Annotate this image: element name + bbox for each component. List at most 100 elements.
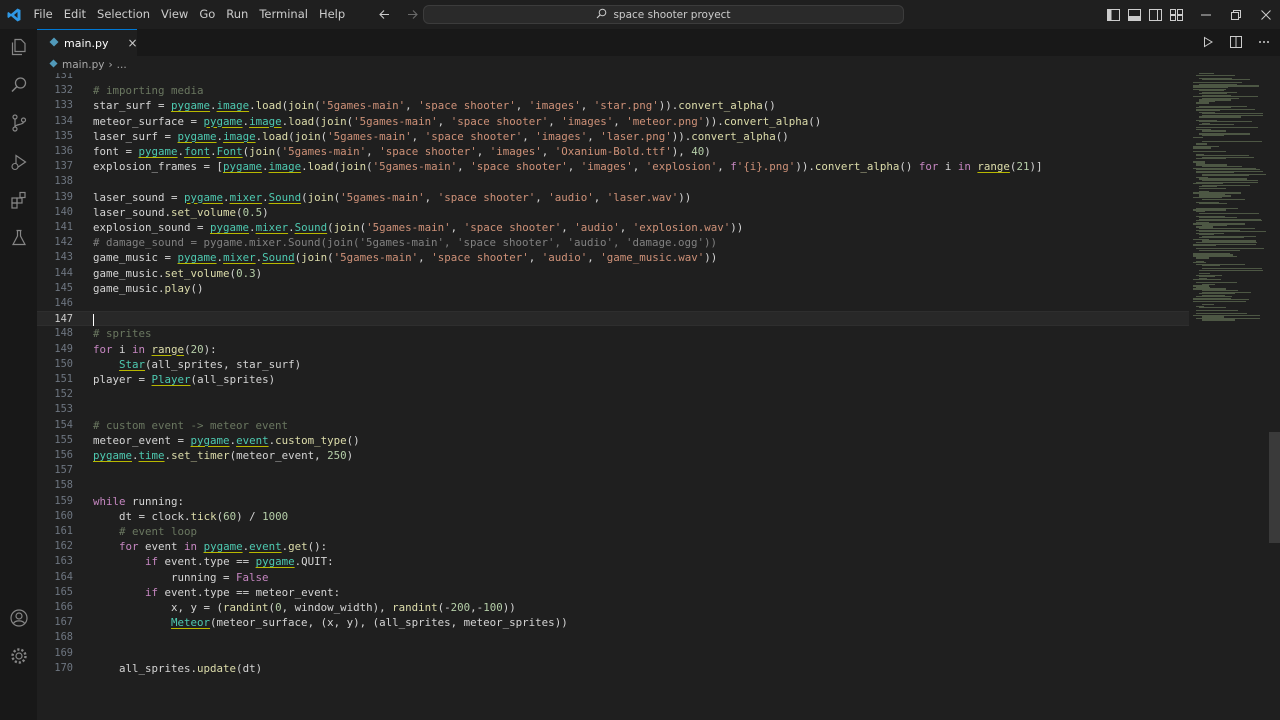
menu-view[interactable]: View xyxy=(156,0,194,29)
minimap-line xyxy=(1199,187,1226,189)
forward-arrow-icon[interactable] xyxy=(404,7,420,23)
code-line[interactable]: 161 # event loop xyxy=(37,524,1189,539)
search-view-icon[interactable] xyxy=(8,74,30,96)
code-line[interactable]: 140 laser_sound.set_volume(0.5) xyxy=(37,205,1189,220)
code-line[interactable]: 136 font = pygame.font.Font(join('5games-… xyxy=(37,144,1189,159)
code-line[interactable]: 134 meteor_surface = pygame.image.load(jo… xyxy=(37,114,1189,129)
code-line[interactable]: 165 if event.type == meteor_event: xyxy=(37,585,1189,600)
toggle-panel-icon[interactable] xyxy=(1127,7,1142,22)
vertical-scrollbar[interactable] xyxy=(1269,73,1280,720)
code-line[interactable]: 149 for i in range(20): xyxy=(37,342,1189,357)
minimap-line xyxy=(1199,212,1259,214)
line-number: 139 xyxy=(54,190,73,203)
code-token: '5games-main' xyxy=(320,99,406,113)
code-line[interactable]: 131 xyxy=(37,73,1189,83)
code-line[interactable]: 152 xyxy=(37,387,1189,402)
line-code: # damage_sound = pygame.mixer.Sound(join… xyxy=(93,235,717,250)
scrollbar-thumb[interactable] xyxy=(1269,432,1280,543)
code-token: (): xyxy=(307,540,328,554)
code-line[interactable]: 163 if event.type == pygame.QUIT: xyxy=(37,554,1189,569)
code-line[interactable]: 144 game_music.set_volume(0.3) xyxy=(37,266,1189,281)
code-token: convert_alpha xyxy=(678,99,763,113)
code-line[interactable]: 154 # custom event -> meteor event xyxy=(37,418,1189,433)
code-line[interactable]: 162 for event in pygame.event.get(): xyxy=(37,539,1189,554)
code-line[interactable]: 160 dt = clock.tick(60) / 1000 xyxy=(37,509,1189,524)
code-line[interactable]: 142 # damage_sound = pygame.mixer.Sound(j… xyxy=(37,235,1189,250)
code-token: explosion_sound xyxy=(93,221,198,234)
code-token: ) xyxy=(262,205,269,219)
line-code: # event loop xyxy=(93,524,197,539)
code-line[interactable]: 150 Star(all_sprites, star_surf) xyxy=(37,357,1189,372)
code-line[interactable]: 159 while running: xyxy=(37,494,1189,509)
line-code: laser_surf = pygame.image.load(join('5ga… xyxy=(93,129,789,144)
tab-main-py[interactable]: main.py × xyxy=(37,29,138,56)
menu-help[interactable]: Help xyxy=(313,0,350,29)
testing-icon[interactable] xyxy=(8,227,30,249)
code-token: join xyxy=(320,114,347,128)
code-line[interactable]: 143 game_music = pygame.mixer.Sound(join(… xyxy=(37,250,1189,265)
code-line[interactable]: 168 xyxy=(37,630,1189,645)
code-token: type xyxy=(203,585,237,599)
code-line[interactable]: 141 explosion_sound = pygame.mixer.Sound(… xyxy=(37,220,1189,235)
source-control-icon[interactable] xyxy=(8,112,30,134)
accounts-icon[interactable] xyxy=(8,607,30,629)
run-file-icon[interactable] xyxy=(1202,33,1214,52)
breadcrumb-symbols[interactable]: ... xyxy=(117,59,127,71)
code-line[interactable]: 170 all_sprites.update(dt) xyxy=(37,661,1189,676)
back-arrow-icon[interactable] xyxy=(376,7,392,23)
extensions-icon[interactable] xyxy=(8,189,30,211)
code-line[interactable]: 148 # sprites xyxy=(37,326,1189,341)
code-line[interactable]: 164 running = False xyxy=(37,570,1189,585)
code-line[interactable]: 147 xyxy=(37,311,1189,327)
explorer-icon[interactable] xyxy=(8,36,30,58)
code-token: join xyxy=(288,99,315,113)
code-line[interactable]: 157 xyxy=(37,463,1189,478)
breadcrumb-file[interactable]: main.py xyxy=(62,59,104,71)
customize-layout-icon[interactable] xyxy=(1169,7,1184,22)
toggle-secondary-sidebar-icon[interactable] xyxy=(1148,7,1163,22)
tab-close-icon[interactable]: × xyxy=(127,36,137,50)
more-actions-icon[interactable] xyxy=(1258,33,1270,52)
manage-gear-icon[interactable] xyxy=(8,645,30,667)
code-line[interactable]: 151 player = Player(all_sprites) xyxy=(37,372,1189,387)
menu-run[interactable]: Run xyxy=(221,0,254,29)
line-number: 161 xyxy=(54,525,73,537)
code-token: 'space shooter' xyxy=(437,190,536,204)
code-token: , xyxy=(437,114,451,128)
code-token: Sound xyxy=(294,221,328,234)
restore-icon[interactable] xyxy=(1221,0,1251,29)
toggle-primary-sidebar-icon[interactable] xyxy=(1106,7,1121,22)
code-line[interactable]: 166 x, y = (randint(0, window_width), ra… xyxy=(37,600,1189,615)
code-token: laser_sound xyxy=(93,205,165,219)
menu-selection[interactable]: Selection xyxy=(92,0,156,29)
code-line[interactable]: 133 star_surf = pygame.image.load(join('5… xyxy=(37,98,1189,113)
code-editor[interactable]: 131 132 # importing media 133 star_surf = py… xyxy=(37,73,1189,720)
code-line[interactable]: 169 xyxy=(37,646,1189,661)
command-center-search[interactable]: space shooter proyect xyxy=(423,5,904,24)
menu-go[interactable]: Go xyxy=(194,0,221,29)
code-line[interactable]: 153 xyxy=(37,402,1189,417)
code-line[interactable]: 135 laser_surf = pygame.image.load(join('… xyxy=(37,129,1189,144)
split-editor-icon[interactable] xyxy=(1230,33,1242,52)
code-line[interactable]: 132 # importing media xyxy=(37,83,1189,98)
code-line[interactable]: 156 pygame.time.set_timer(meteor_event, 2… xyxy=(37,448,1189,463)
run-debug-icon[interactable] xyxy=(8,151,30,173)
minimap[interactable] xyxy=(1189,73,1269,720)
code-token: '5games-main' xyxy=(353,114,438,128)
code-line[interactable]: 138 xyxy=(37,174,1189,189)
close-window-icon[interactable] xyxy=(1251,0,1280,29)
code-line[interactable]: 139 laser_sound = pygame.mixer.Sound(join… xyxy=(37,190,1189,205)
code-line[interactable]: 155 meteor_event = pygame.event.custom_ty… xyxy=(37,433,1189,448)
minimize-icon[interactable] xyxy=(1191,0,1221,29)
menu-edit[interactable]: Edit xyxy=(58,0,91,29)
code-line[interactable]: 137 explosion_frames = [pygame.image.load… xyxy=(37,159,1189,174)
menu-terminal[interactable]: Terminal xyxy=(254,0,314,29)
code-line[interactable]: 145 game_music.play() xyxy=(37,281,1189,296)
code-line[interactable]: 146 xyxy=(37,296,1189,311)
code-line[interactable]: 158 xyxy=(37,478,1189,493)
code-line[interactable]: 167 Meteor(meteor_surface, (x, y), (all_… xyxy=(37,615,1189,630)
code-token: '5games-main' xyxy=(366,221,451,234)
code-token: load xyxy=(262,129,289,143)
menu-file[interactable]: File xyxy=(28,0,58,29)
